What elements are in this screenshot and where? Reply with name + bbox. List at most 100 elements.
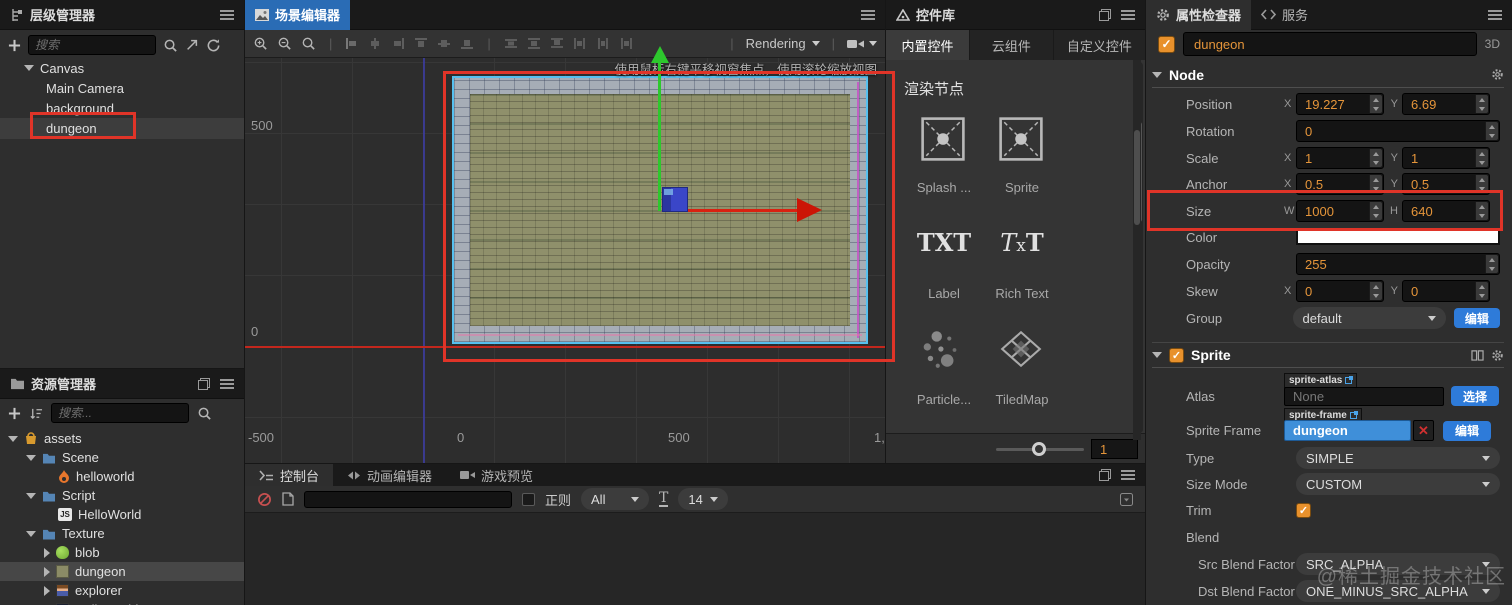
spinner[interactable]	[1475, 202, 1488, 220]
widgets-zoom-slider[interactable]	[996, 442, 1084, 456]
scale-y-field[interactable]: 1	[1402, 147, 1490, 169]
tab-game-preview[interactable]: 游戏预览	[446, 464, 547, 486]
distribute-bottom-icon[interactable]	[550, 37, 564, 50]
label-widget-icon[interactable]: TXT	[900, 228, 988, 257]
distribute-middle-icon[interactable]	[527, 37, 541, 50]
align-center-h-icon[interactable]	[368, 37, 382, 50]
gizmo-x-axis[interactable]	[672, 209, 800, 212]
node-settings-gear-icon[interactable]	[1491, 68, 1504, 81]
zoom-in-icon[interactable]	[253, 36, 268, 51]
widgets-popout-icon[interactable]	[1099, 8, 1111, 21]
asset-row-helloworld-texture[interactable]: HelloWorld	[0, 600, 244, 605]
gizmo-x-arrowhead[interactable]	[797, 198, 822, 222]
add-asset-icon[interactable]	[8, 407, 21, 420]
console-popout-icon[interactable]	[1099, 469, 1111, 481]
rendering-dropdown[interactable]: Rendering	[746, 36, 820, 51]
trim-checkbox[interactable]: ✓	[1296, 502, 1311, 518]
spinner[interactable]	[1369, 95, 1382, 113]
skew-y-field[interactable]: 0	[1402, 280, 1490, 302]
tree-node-background[interactable]: background	[0, 98, 244, 118]
distribute-top-icon[interactable]	[504, 37, 518, 50]
widgets-menu-icon[interactable]	[1121, 9, 1135, 20]
align-left-icon[interactable]	[345, 37, 359, 50]
mode-3d-label[interactable]: 3D	[1485, 37, 1500, 51]
asset-row-scene[interactable]: Scene	[0, 448, 244, 467]
dst-blend-dropdown[interactable]: ONE_MINUS_SRC_ALPHA	[1296, 580, 1500, 602]
asset-row-assets[interactable]: assets	[0, 429, 244, 448]
inspector-menu-icon[interactable]	[1488, 9, 1502, 20]
scale-x-field[interactable]: 1	[1296, 147, 1384, 169]
asset-row-texture-folder[interactable]: Texture	[0, 524, 244, 543]
spinner[interactable]	[1369, 282, 1382, 300]
assets-menu-icon[interactable]	[220, 378, 234, 389]
src-blend-dropdown[interactable]: SRC_ALPHA	[1296, 553, 1500, 575]
hierarchy-tab[interactable]: 层级管理器	[0, 0, 105, 30]
asset-row-explorer[interactable]: explorer	[0, 581, 244, 600]
anchor-x-field[interactable]: 0.5	[1296, 173, 1384, 195]
distribute-left-icon[interactable]	[573, 37, 587, 50]
locate-node-icon[interactable]	[185, 38, 199, 52]
group-dropdown[interactable]: default	[1292, 307, 1446, 329]
inspector-tab[interactable]: 属性检查器	[1146, 0, 1252, 30]
group-edit-button[interactable]: 编辑	[1453, 308, 1500, 328]
sprite-section-header[interactable]: ✓ Sprite	[1152, 342, 1504, 368]
zoom-out-icon[interactable]	[277, 36, 292, 51]
collapsed-caret-icon[interactable]	[44, 585, 50, 596]
atlas-select-button[interactable]: 选择	[1451, 386, 1499, 406]
node-name-input[interactable]: dungeon	[1183, 32, 1477, 56]
anchor-y-field[interactable]: 0.5	[1402, 173, 1490, 195]
widgets-zoom-value[interactable]: 1	[1091, 439, 1138, 459]
spinner[interactable]	[1485, 255, 1498, 273]
spinner[interactable]	[1475, 175, 1488, 193]
log-level-dropdown[interactable]: All	[581, 488, 650, 510]
widget-tiledmap[interactable]	[998, 326, 1044, 375]
sprite-help-icon[interactable]	[1471, 349, 1484, 361]
align-top-icon[interactable]	[414, 37, 428, 50]
expand-caret-icon[interactable]	[24, 65, 34, 71]
align-bottom-icon[interactable]	[460, 37, 474, 50]
tree-node-main-camera[interactable]: Main Camera	[0, 78, 244, 98]
tab-console[interactable]: 控制台	[245, 464, 334, 486]
scene-menu-icon[interactable]	[861, 9, 875, 20]
align-middle-icon[interactable]	[437, 37, 451, 50]
widget-sprite[interactable]	[998, 116, 1044, 165]
tab-cloud-components[interactable]: 云组件	[968, 30, 1053, 60]
asset-row-helloworld-script[interactable]: JS HelloWorld	[0, 505, 244, 524]
expand-caret-icon[interactable]	[26, 530, 36, 537]
spinner[interactable]	[1475, 149, 1488, 167]
type-dropdown[interactable]: SIMPLE	[1296, 447, 1500, 469]
spinner[interactable]	[1369, 175, 1382, 193]
console-log-area[interactable]	[245, 513, 1145, 605]
external-link-icon[interactable]	[1345, 376, 1354, 384]
inspector-scrollbar-thumb[interactable]	[1134, 130, 1140, 225]
sizemode-dropdown[interactable]: CUSTOM	[1296, 473, 1500, 495]
assets-search-icon[interactable]	[197, 406, 212, 421]
hierarchy-menu-icon[interactable]	[220, 9, 234, 20]
tree-node-dungeon[interactable]: dungeon	[0, 118, 244, 139]
add-node-icon[interactable]	[8, 39, 21, 52]
assets-popout-icon[interactable]	[198, 377, 210, 390]
color-swatch[interactable]	[1296, 229, 1500, 245]
collapse-console-icon[interactable]	[1120, 492, 1133, 506]
tree-node-canvas[interactable]: Canvas	[0, 58, 244, 78]
size-h-field[interactable]: 640	[1402, 200, 1490, 222]
scene-canvas[interactable]: 500 0 -500 0 500 1, 使用鼠标右键平移视窗焦点，使用滚轮缩放视…	[245, 58, 885, 463]
console-menu-icon[interactable]	[1121, 470, 1135, 480]
asset-row-dungeon[interactable]: dungeon	[0, 562, 244, 581]
sprite-frame-edit-button[interactable]: 编辑	[1443, 420, 1491, 441]
font-size-dropdown[interactable]: 14	[678, 488, 729, 510]
zoom-reset-icon[interactable]	[301, 36, 316, 51]
widget-particle[interactable]	[920, 326, 966, 375]
collapsed-caret-icon[interactable]	[44, 566, 50, 577]
position-y-field[interactable]: 6.69	[1402, 93, 1490, 115]
regex-checkbox[interactable]	[522, 492, 535, 506]
skew-x-field[interactable]: 0	[1296, 280, 1384, 302]
widgets-tab[interactable]: 控件库	[886, 0, 965, 30]
hierarchy-search-input[interactable]	[28, 35, 156, 55]
node-section-header[interactable]: Node	[1152, 62, 1504, 88]
sprite-enabled-checkbox[interactable]: ✓	[1169, 347, 1184, 363]
atlas-value-field[interactable]: None	[1284, 386, 1444, 406]
spinner[interactable]	[1485, 122, 1498, 140]
scene-tab[interactable]: 场景编辑器	[245, 0, 351, 30]
align-right-icon[interactable]	[391, 37, 405, 50]
